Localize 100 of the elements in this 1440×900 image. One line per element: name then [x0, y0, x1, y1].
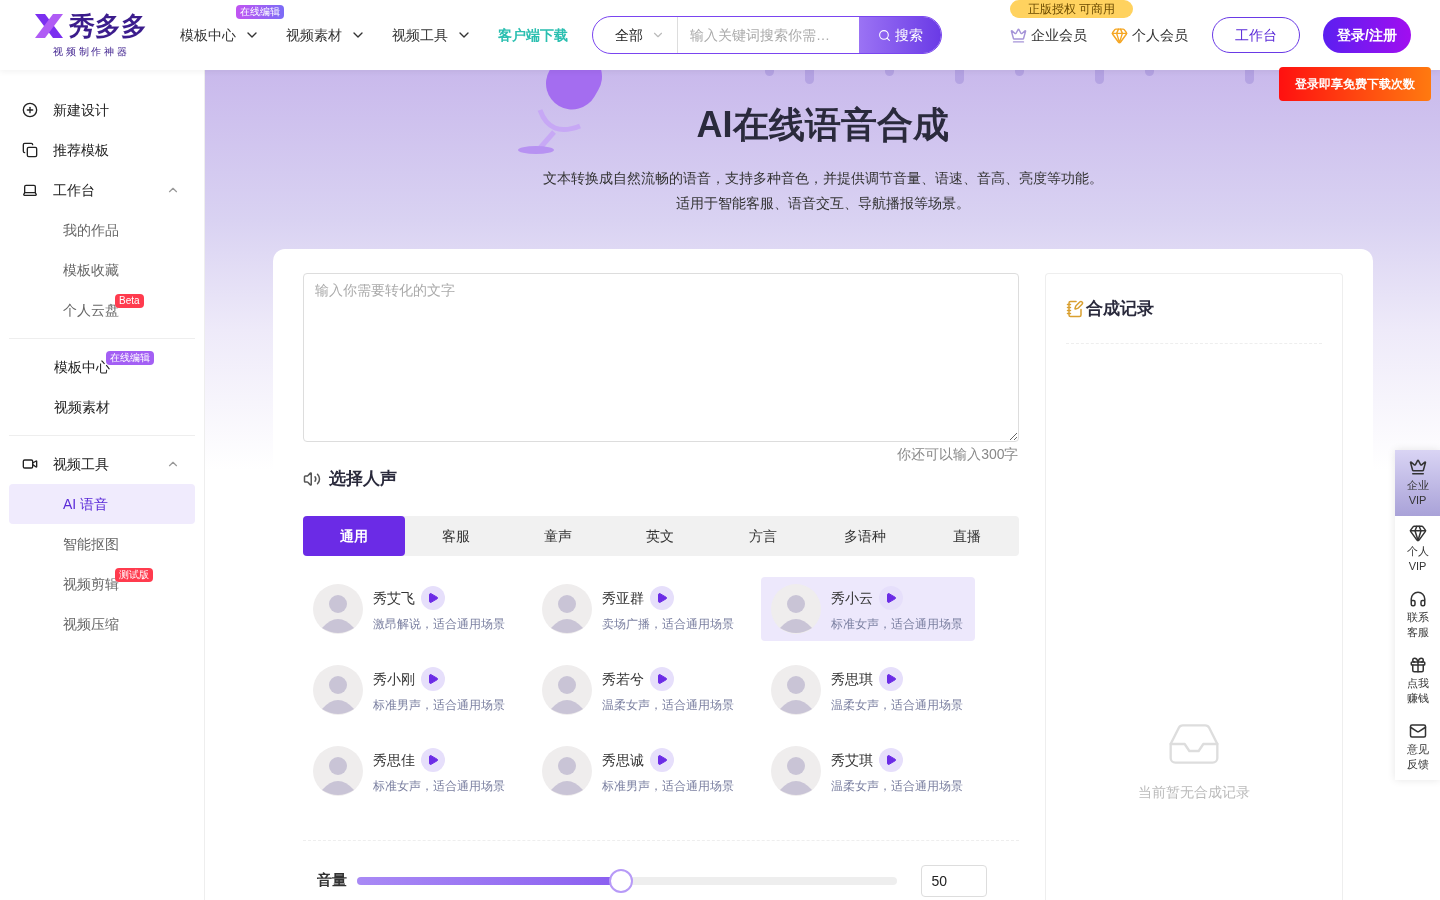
volume-field[interactable]: 50 — [920, 864, 987, 897]
volume-label: 音量 — [316, 870, 347, 891]
sidebar-label: 新建设计 — [53, 101, 109, 120]
float-bar-icon — [1408, 458, 1427, 476]
sidebar-subitem[interactable]: 智能抠图 — [9, 524, 195, 564]
crown-icon — [1010, 26, 1027, 44]
memo-icon — [1065, 299, 1084, 318]
voice-card[interactable]: 秀思诚 标准男声，适合通用场景 — [531, 738, 761, 803]
logo-text: 秀多多 — [69, 12, 147, 39]
page-description: 适用于智能客服、语音交互、导航播报等场景。 — [675, 194, 970, 213]
tag-badge: 在线编辑 — [236, 5, 284, 19]
search-button[interactable]: 搜索 — [859, 17, 941, 53]
license-badge: 正版授权 可商用 — [1010, 0, 1134, 18]
membership-link[interactable]: 个人会员 — [1111, 25, 1188, 45]
char-counter: 你还可以输入300字 — [897, 445, 1019, 464]
sidebar-label: 推荐模板 — [53, 141, 109, 160]
float-bar-item[interactable]: 联系 客服 — [1395, 582, 1440, 648]
sidebar-item[interactable]: 视频素材 — [9, 387, 195, 427]
float-bar-item[interactable]: 企业 VIP — [1395, 450, 1440, 516]
avatar — [312, 664, 363, 715]
voice-tab[interactable]: 通用 — [302, 515, 405, 556]
play-button[interactable] — [878, 585, 903, 610]
voice-description: 标准男声，适合通用场景 — [372, 696, 505, 713]
sidebar-item[interactable]: 新建设计 — [9, 90, 195, 130]
voice-name: 秀小云 — [830, 588, 873, 608]
voice-description: 温柔女声，适合通用场景 — [601, 696, 734, 713]
play-button[interactable] — [649, 666, 674, 691]
play-button[interactable] — [878, 666, 903, 691]
play-button[interactable] — [420, 585, 445, 610]
voice-card[interactable]: 秀艾琪 温柔女声，适合通用场景 — [760, 738, 975, 803]
voice-name: 秀思琪 — [830, 669, 873, 689]
voice-tab[interactable]: 多语种 — [813, 515, 917, 556]
avatar — [541, 745, 592, 796]
sidebar-subitem[interactable]: AI 语音 — [9, 484, 195, 524]
login-button[interactable]: 登录/注册 — [1323, 17, 1411, 53]
voice-tab[interactable]: 童声 — [507, 515, 610, 556]
float-bar-item[interactable]: 点我 赚钱 — [1395, 648, 1440, 714]
play-icon — [655, 753, 668, 766]
sidebar-label: 视频工具 — [53, 455, 109, 474]
voice-tab[interactable]: 客服 — [404, 515, 508, 556]
section-title: 选择人声 — [328, 468, 397, 490]
volume-handle[interactable] — [609, 868, 634, 893]
nav-link[interactable]: 模板中心 — [180, 25, 260, 45]
nav-link[interactable]: 视频工具 — [392, 25, 472, 45]
login-tooltip: 登录即享免费下载次数 — [1279, 67, 1431, 101]
avatar — [770, 583, 821, 634]
voice-name: 秀若兮 — [601, 669, 644, 689]
voice-description: 温柔女声，适合通用场景 — [830, 777, 963, 794]
avatar — [312, 745, 363, 796]
float-bar-icon — [1408, 722, 1427, 740]
sidebar-label: 视频素材 — [54, 398, 110, 417]
voice-tab[interactable]: 直播 — [916, 515, 1019, 556]
voice-name: 秀艾飞 — [372, 588, 415, 608]
avatar — [770, 745, 821, 796]
membership-link[interactable]: 企业会员 — [1010, 25, 1087, 45]
avatar — [541, 583, 592, 634]
text-input-field[interactable]: 输入你需要转化的文字 — [302, 273, 1019, 442]
play-icon — [884, 591, 897, 604]
sidebar-icon — [22, 142, 38, 158]
voice-description: 标准女声，适合通用场景 — [372, 777, 505, 794]
float-bar-item[interactable]: 意见 反馈 — [1395, 714, 1440, 780]
play-icon — [884, 753, 897, 766]
scope-dropdown[interactable]: 全部 — [593, 17, 678, 53]
speaker-icon — [302, 469, 321, 488]
voice-card[interactable]: 秀小刚 标准男声，适合通用场景 — [302, 657, 532, 722]
tag-badge: 在线编辑 — [106, 351, 154, 365]
empty-message: 当前暂无合成记录 — [1137, 783, 1250, 802]
nav-link[interactable]: 视频素材 — [286, 25, 366, 45]
voice-card[interactable]: 秀小云 标准女声，适合通用场景 — [760, 576, 975, 641]
logo-tagline: 视 频 制 作 神 器 — [53, 44, 127, 59]
gem-icon — [1111, 26, 1128, 44]
voice-tab[interactable]: 英文 — [609, 515, 712, 556]
avatar — [541, 664, 592, 715]
play-button[interactable] — [878, 747, 903, 772]
play-button[interactable] — [649, 747, 674, 772]
sidebar-label: 工作台 — [53, 181, 95, 200]
float-bar-item[interactable]: 个人 VIP — [1395, 516, 1440, 582]
sidebar-subitem[interactable]: 视频压缩 — [9, 604, 195, 644]
voice-card[interactable]: 秀思琪 温柔女声，适合通用场景 — [760, 657, 975, 722]
float-bar-icon — [1408, 524, 1427, 542]
play-button[interactable] — [420, 747, 445, 772]
avatar — [770, 664, 821, 715]
page-description: 文本转换成自然流畅的语音，支持多种音色，并提供调节音量、语速、音高、亮度等功能。 — [542, 169, 1103, 188]
voice-description: 温柔女声，适合通用场景 — [830, 696, 963, 713]
sidebar-item[interactable]: 视频工具 — [9, 444, 195, 484]
sidebar-item[interactable]: 工作台 — [9, 170, 195, 210]
sidebar-subitem[interactable]: 模板收藏 — [9, 250, 195, 290]
sidebar-icon — [22, 182, 38, 198]
voice-card[interactable]: 秀思佳 标准女声，适合通用场景 — [302, 738, 532, 803]
search-icon — [877, 28, 891, 42]
sidebar-subitem[interactable]: 我的作品 — [9, 210, 195, 250]
play-button[interactable] — [649, 585, 674, 610]
sidebar-item[interactable]: 推荐模板 — [9, 130, 195, 170]
voice-tab[interactable]: 方言 — [711, 515, 814, 556]
voice-card[interactable]: 秀艾飞 激昂解说，适合通用场景 — [302, 576, 532, 641]
play-icon — [884, 672, 897, 685]
play-button[interactable] — [420, 666, 445, 691]
voice-card[interactable]: 秀若兮 温柔女声，适合通用场景 — [531, 657, 761, 722]
play-icon — [426, 591, 439, 604]
voice-card[interactable]: 秀亚群 卖场广播，适合通用场景 — [531, 576, 761, 641]
